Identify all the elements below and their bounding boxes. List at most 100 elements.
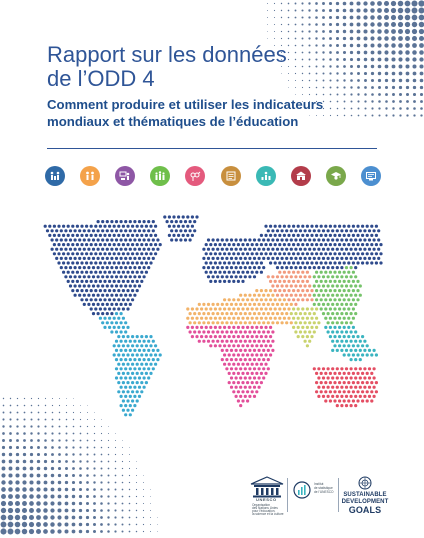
map-dot (188, 312, 192, 316)
map-dot (229, 339, 234, 343)
map-dot (144, 233, 148, 237)
halftone-dot (71, 529, 76, 534)
map-dot (241, 390, 245, 394)
map-dot (321, 394, 326, 398)
halftone-dot (322, 9, 325, 12)
map-dot (68, 256, 73, 260)
map-dot (147, 339, 151, 343)
map-dot (126, 371, 130, 375)
halftone-dot (93, 495, 96, 498)
map-dot (317, 247, 321, 251)
map-dot (158, 353, 162, 357)
map-dot (96, 247, 100, 251)
map-dot (206, 247, 211, 251)
map-dot (351, 371, 355, 375)
halftone-dot (363, 15, 368, 20)
map-dot (135, 335, 139, 339)
halftone-dot (315, 23, 318, 26)
map-dot (121, 252, 125, 256)
map-dot (340, 321, 344, 325)
map-dot (342, 233, 346, 237)
map-dot (296, 224, 300, 228)
halftone-dot (397, 14, 404, 21)
map-dot (190, 224, 194, 228)
map-dot (80, 289, 84, 293)
halftone-dot (150, 531, 151, 532)
halftone-dot (79, 474, 82, 477)
map-dot (358, 348, 362, 352)
halftone-dot (370, 36, 375, 41)
halftone-dot (2, 411, 5, 414)
skills-icon (255, 166, 276, 186)
map-dot (220, 256, 224, 260)
map-dot (68, 275, 73, 279)
halftone-dot (315, 37, 318, 40)
map-dot (197, 330, 201, 334)
map-dot (351, 298, 355, 302)
map-dot (296, 316, 300, 320)
map-dot (243, 312, 247, 316)
map-dot (142, 385, 146, 389)
halftone-dot (406, 100, 409, 103)
map-dot (71, 233, 75, 237)
map-dot (234, 321, 238, 325)
map-dot (98, 224, 102, 228)
halftone-dot (121, 509, 124, 512)
map-dot (303, 256, 307, 260)
halftone-dot (93, 425, 96, 428)
map-dot (239, 348, 243, 352)
halftone-dot (14, 507, 21, 514)
map-dot (236, 371, 240, 375)
map-dot (347, 344, 351, 348)
map-dot (55, 238, 59, 242)
map-dot (255, 298, 259, 302)
halftone-dot (135, 481, 138, 484)
map-dot (55, 247, 59, 251)
map-dot (80, 252, 84, 256)
halftone-dot (301, 2, 304, 5)
map-dot (340, 330, 344, 334)
halftone-dot (86, 488, 89, 491)
map-dot (82, 275, 86, 279)
map-dot (229, 321, 234, 325)
map-dot (338, 325, 342, 329)
map-dot (324, 316, 328, 320)
halftone-dot (78, 508, 83, 513)
halftone-dot (57, 473, 62, 478)
halftone-dot (65, 425, 68, 428)
map-dot (105, 302, 109, 306)
map-dot (85, 279, 89, 283)
halftone-dot (287, 30, 290, 33)
halftone-dot (322, 2, 325, 5)
map-dot (372, 238, 376, 242)
map-dot (303, 275, 307, 279)
halftone-dot (71, 501, 76, 506)
halftone-dot (418, 28, 424, 35)
map-dot (379, 252, 383, 256)
map-dot (324, 381, 328, 385)
map-dot (303, 247, 307, 251)
map-dot (361, 261, 365, 265)
map-dot (156, 358, 160, 362)
map-dot (140, 381, 144, 385)
map-dot (340, 229, 344, 233)
map-dot (80, 261, 84, 265)
map-dot (315, 279, 319, 283)
map-dot (365, 399, 369, 403)
map-dot (234, 247, 238, 251)
scholarship-icon (360, 166, 381, 186)
map-dot (363, 238, 367, 242)
map-dot (255, 307, 259, 311)
map-dot (347, 316, 351, 320)
map-dot (124, 321, 128, 325)
halftone-dot (93, 439, 96, 442)
map-dot (367, 256, 372, 260)
map-dot (227, 243, 231, 247)
map-dot (236, 353, 240, 357)
halftone-dot (349, 15, 354, 20)
halftone-dot (391, 85, 396, 90)
map-dot (101, 275, 105, 279)
map-dot (243, 394, 247, 398)
map-dot (119, 266, 123, 270)
map-dot (335, 302, 339, 306)
